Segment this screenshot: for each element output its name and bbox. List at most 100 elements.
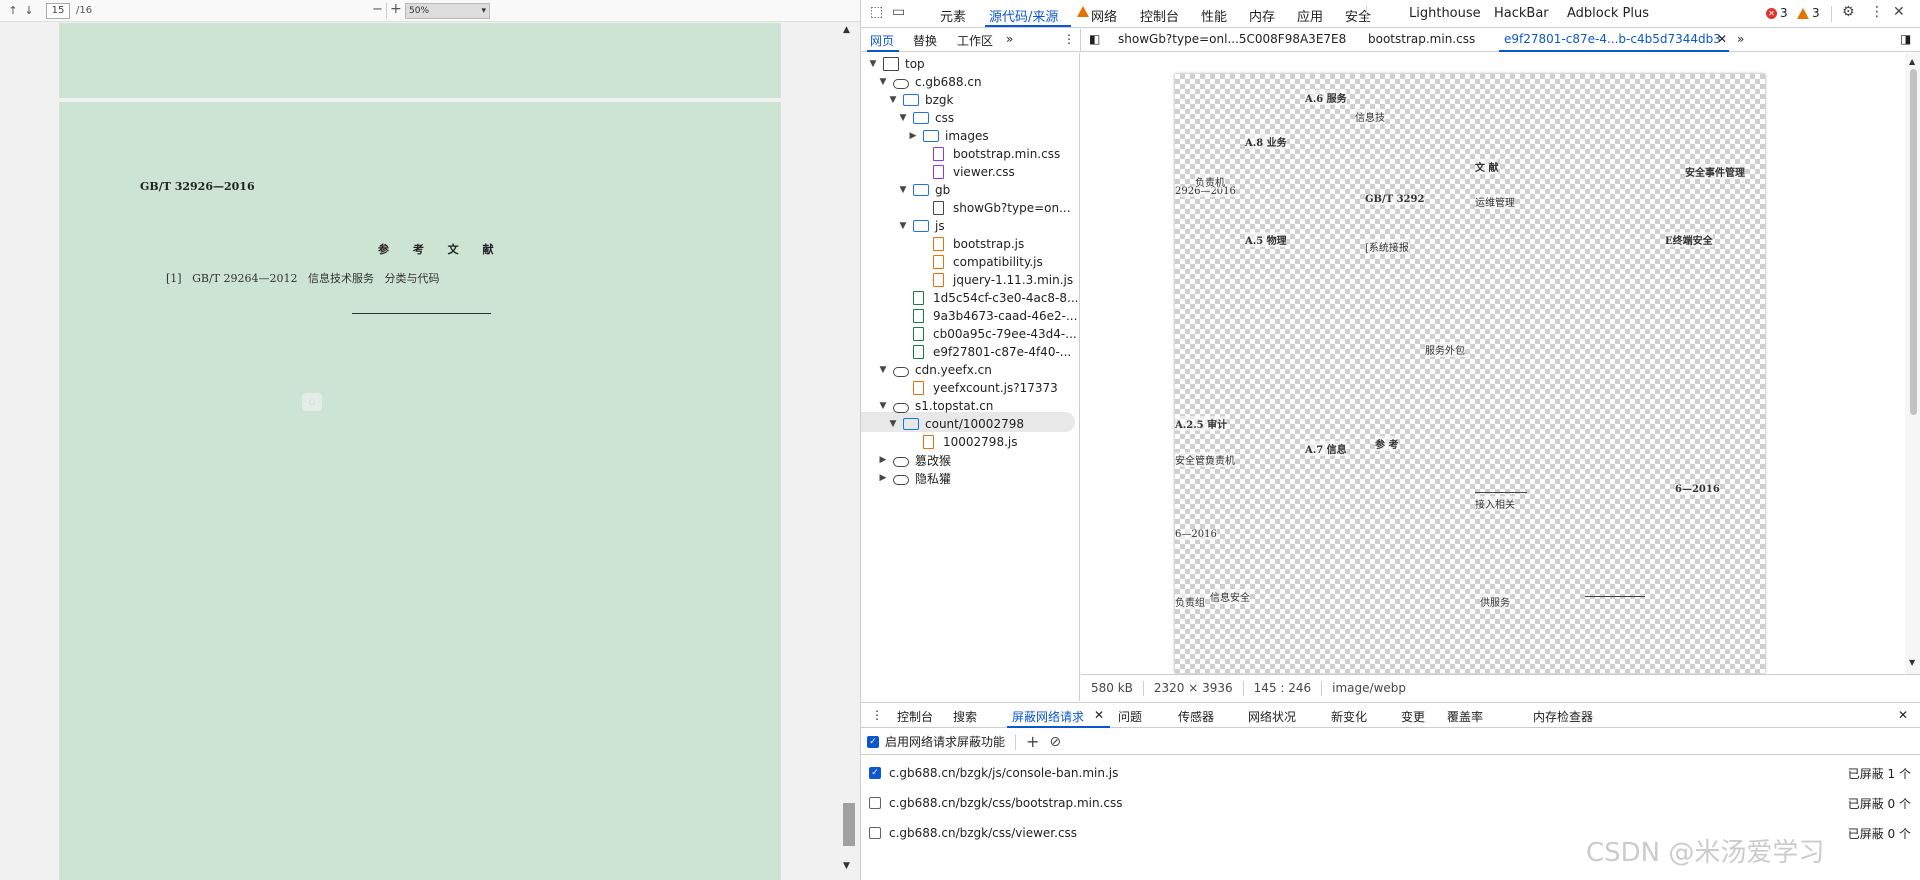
expand-arrow-icon[interactable]: ▼ bbox=[897, 113, 909, 123]
tab-security[interactable]: 安全 bbox=[1345, 6, 1371, 25]
tab-memory[interactable]: 内存 bbox=[1249, 6, 1275, 25]
blocking-rule-row[interactable]: c.gb688.cn/bzgk/css/bootstrap.min.css 已屏蔽… bbox=[861, 788, 1920, 818]
more-vertical-icon[interactable]: ⋮ bbox=[1870, 4, 1884, 20]
previous-page-icon[interactable]: ↑ bbox=[6, 3, 20, 19]
close-icon[interactable]: ✕ bbox=[1893, 4, 1905, 20]
preview-text-fragment: 接入相关 bbox=[1475, 496, 1515, 511]
inspect-element-icon[interactable]: ⬚ bbox=[870, 4, 883, 20]
nav-tab-page[interactable]: 网页 bbox=[870, 32, 894, 49]
expand-arrow-icon[interactable]: ▼ bbox=[877, 401, 889, 411]
image-preview-pane: A.6 服务 A.8 业务 GB/T 3292 2926—2016 A.5 物理文 献安… bbox=[1081, 53, 1920, 674]
zoom-value: 50% bbox=[409, 6, 430, 16]
scrollbar-thumb[interactable] bbox=[843, 803, 855, 846]
tab-network[interactable]: 网络 bbox=[1091, 6, 1117, 25]
tab-adblock-plus[interactable]: Adblock Plus bbox=[1567, 6, 1649, 21]
collapse-arrow-icon[interactable]: ▶ bbox=[877, 473, 889, 483]
rule-checkbox[interactable] bbox=[869, 827, 881, 839]
drawer-tab-request-blocking[interactable]: 屏蔽网络请求 bbox=[1012, 708, 1084, 725]
expand-arrow-icon[interactable]: ▼ bbox=[887, 95, 899, 105]
nav-tab-workspace[interactable]: 工作区 bbox=[957, 32, 993, 49]
drawer-tab-console[interactable]: 控制台 bbox=[897, 708, 933, 725]
zoom-out-button[interactable]: − bbox=[372, 2, 383, 17]
blocking-toolbar: ✓ 启用网络请求屏蔽功能 + ⊘ bbox=[861, 729, 1920, 755]
preview-text-fragment: 供服务 bbox=[1480, 594, 1510, 609]
expand-arrow-icon[interactable]: ▼ bbox=[897, 185, 909, 195]
warning-count[interactable]: 3 bbox=[1812, 6, 1820, 20]
close-drawer-icon[interactable]: ✕ bbox=[1898, 708, 1908, 722]
scroll-up-icon[interactable]: ▲ bbox=[1909, 57, 1915, 66]
drawer-tab-network-conditions[interactable]: 网络状况 bbox=[1248, 708, 1296, 725]
expand-arrow-icon[interactable]: ▼ bbox=[877, 365, 889, 375]
gear-icon[interactable]: ⚙ bbox=[1842, 4, 1855, 20]
preview-text-fragment: 安全事件管理 bbox=[1685, 164, 1745, 179]
expand-arrow-icon[interactable]: ▼ bbox=[887, 419, 899, 429]
tab-hackbar[interactable]: HackBar bbox=[1494, 6, 1549, 21]
page-number-input[interactable]: 15 bbox=[46, 2, 70, 19]
tree-item-label: 篡改猴 bbox=[915, 453, 952, 468]
next-page-icon[interactable]: ↓ bbox=[22, 3, 36, 19]
clear-patterns-icon[interactable]: ⊘ bbox=[1049, 734, 1061, 750]
add-pattern-icon[interactable]: + bbox=[1026, 732, 1039, 751]
tab-application[interactable]: 应用 bbox=[1297, 6, 1323, 25]
drawer-tab-search[interactable]: 搜索 bbox=[953, 708, 977, 725]
blocking-rule-row[interactable]: ✓ c.gb688.cn/bzgk/js/console-ban.min.js 已屏… bbox=[861, 758, 1920, 788]
file-tab-e9f27801[interactable]: e9f27801-c87e-4...b-c4b5d7344db3 bbox=[1504, 32, 1721, 46]
tree-item[interactable]: ▶ 隐私獾 bbox=[877, 467, 951, 489]
tab-lighthouse[interactable]: Lighthouse bbox=[1409, 6, 1481, 21]
error-count[interactable]: 3 bbox=[1780, 6, 1788, 20]
close-tab-icon[interactable]: ✕ bbox=[1094, 708, 1104, 722]
collapse-arrow-icon[interactable]: ▶ bbox=[907, 131, 919, 141]
nav-tab-overrides[interactable]: 替换 bbox=[913, 32, 937, 49]
drawer-tab-coverage[interactable]: 覆盖率 bbox=[1447, 708, 1483, 725]
preview-text-fragment: 信息安全 bbox=[1210, 589, 1250, 604]
scrollbar-thumb[interactable] bbox=[1910, 69, 1917, 415]
tree-item-label: cdn.yeefx.cn bbox=[915, 363, 992, 377]
tab-console[interactable]: 控制台 bbox=[1140, 6, 1179, 25]
zoom-select[interactable]: 50% ▾ bbox=[405, 3, 490, 19]
file-tab-bootstrap-css[interactable]: bootstrap.min.css bbox=[1368, 32, 1475, 46]
more-tabs-icon[interactable]: » bbox=[1006, 32, 1013, 46]
cloud-icon bbox=[893, 456, 909, 467]
viewer-scrollbar[interactable]: ▲ ▼ bbox=[838, 23, 860, 880]
drawer-tab-changes[interactable]: 变更 bbox=[1401, 708, 1425, 725]
rule-blocked-count: 已屏蔽 0 个 bbox=[1847, 826, 1911, 841]
drawer-tab-issues[interactable]: 问题 bbox=[1118, 708, 1142, 725]
pdf-page-current bbox=[59, 102, 781, 880]
file-size: 580 kB bbox=[1081, 680, 1144, 696]
error-icon[interactable]: ✕ bbox=[1766, 8, 1777, 19]
scroll-down-icon[interactable]: ▼ bbox=[1909, 658, 1915, 667]
toggle-navigator-icon[interactable]: ◧ bbox=[1089, 32, 1100, 46]
device-toolbar-icon[interactable]: ▭ bbox=[892, 4, 905, 20]
close-tab-icon[interactable]: ✕ bbox=[1717, 32, 1727, 46]
toggle-debugger-icon[interactable]: ◨ bbox=[1900, 32, 1911, 46]
file-tree: ▼ top ▼ c.gb688.cn ▼ bzgk ▼ css ▶ images bootstrap… bbox=[861, 53, 1080, 701]
warning-icon[interactable] bbox=[1797, 8, 1809, 19]
tab-sources[interactable]: 源代码/来源 bbox=[989, 6, 1058, 25]
tab-elements[interactable]: 元素 bbox=[940, 6, 966, 25]
drawer-tab-sensors[interactable]: 传感器 bbox=[1178, 708, 1214, 725]
expand-arrow-icon[interactable]: ▼ bbox=[867, 59, 879, 69]
more-vertical-icon[interactable]: ⋮ bbox=[871, 708, 883, 722]
tree-item-label: js bbox=[935, 219, 945, 233]
tree-item-label: top bbox=[905, 57, 925, 71]
preview-scrollbar[interactable]: ▲ ▼ bbox=[1905, 53, 1920, 674]
devtools-panel: ⬚ ▭ 元素 源代码/来源 网络 控制台 性能 内存 应用 安全 Lightho… bbox=[860, 0, 1920, 880]
preview-text-fragment: A.7 信息 bbox=[1305, 441, 1347, 456]
cloud-icon bbox=[893, 78, 909, 89]
collapse-arrow-icon[interactable]: ▶ bbox=[877, 455, 889, 465]
more-files-icon[interactable]: » bbox=[1737, 32, 1744, 46]
file-tab-showgb[interactable]: showGb?type=onl...5C008F98A3E7E8 bbox=[1118, 32, 1346, 46]
drawer-tab-memory-inspector[interactable]: 内存检查器 bbox=[1533, 708, 1593, 725]
drawer-tab-whats-new[interactable]: 新变化 bbox=[1331, 708, 1367, 725]
toolbar-separator bbox=[386, 3, 387, 19]
rule-checkbox[interactable]: ✓ bbox=[869, 767, 881, 779]
expand-arrow-icon[interactable]: ▼ bbox=[897, 221, 909, 231]
expand-arrow-icon[interactable]: ▼ bbox=[877, 77, 889, 87]
more-vertical-icon[interactable]: ⋮ bbox=[1063, 32, 1075, 46]
tab-performance[interactable]: 性能 bbox=[1201, 6, 1227, 25]
scroll-up-icon[interactable]: ▲ bbox=[843, 25, 850, 35]
zoom-in-button[interactable]: + bbox=[390, 1, 402, 17]
scroll-down-icon[interactable]: ▼ bbox=[843, 861, 850, 871]
enable-blocking-checkbox[interactable]: ✓ bbox=[867, 735, 879, 748]
rule-checkbox[interactable] bbox=[869, 797, 881, 809]
